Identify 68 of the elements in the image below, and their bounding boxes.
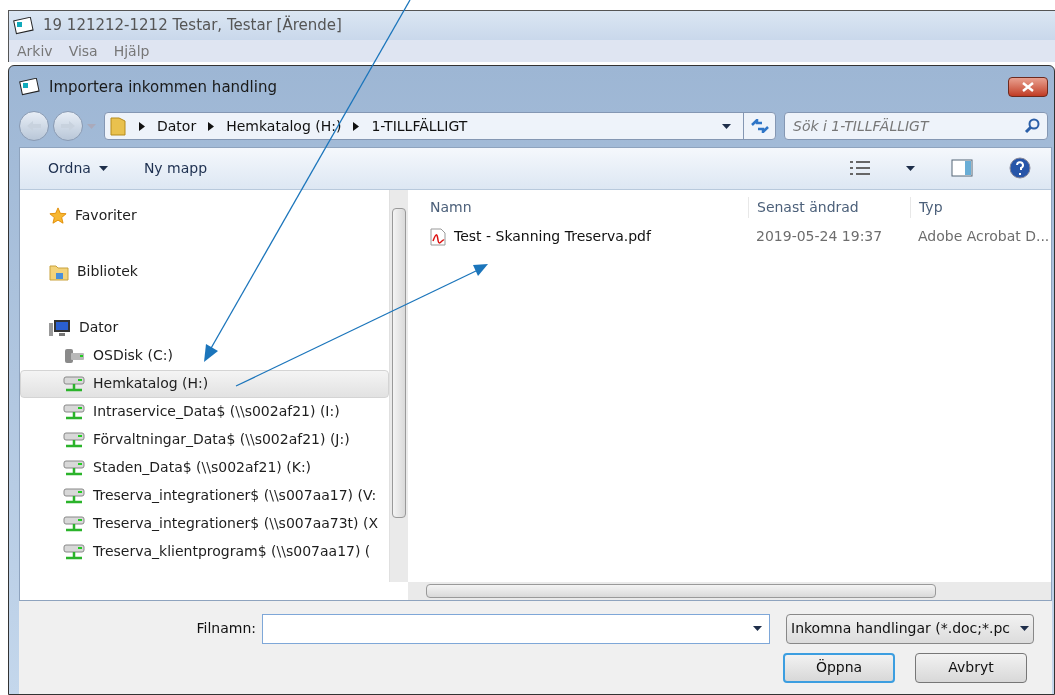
refresh-icon [750,119,769,134]
file-name: Test - Skanning Treserva.pdf [454,227,651,247]
dialog-title: Importera inkommen handling [49,77,277,99]
caret-icon [753,625,762,631]
sidebar-item[interactable]: Treserva_klientprogram$ (\\s007aa17) ( [20,537,389,566]
filename-label: Filnamn: [195,619,257,639]
network-drive-icon [63,514,85,533]
organize-menu[interactable]: Ordna [48,157,108,179]
help-icon [1009,157,1031,180]
network-drive-icon [63,542,85,561]
column-header[interactable]: Typ [910,196,943,218]
caret-icon [906,165,915,171]
search-field[interactable]: Sök i 1-TILLFÄLLIGT [784,112,1048,141]
caret-icon [1020,626,1029,632]
column-header[interactable]: Namn [408,196,748,218]
chevron-icon [139,121,145,131]
search-icon [1024,118,1040,135]
pdf-file-icon [430,227,446,246]
menu-item[interactable]: Arkiv [17,40,53,62]
vertical-scrollbar[interactable] [390,189,408,582]
close-icon [1022,82,1034,93]
file-type: Adobe Acrobat D... [917,227,1050,247]
network-drive-icon [63,374,85,393]
horizontal-scrollbar[interactable] [408,581,1051,600]
open-button[interactable]: Öppna [783,652,895,683]
chevron-icon [208,121,215,131]
back-button[interactable] [19,111,49,142]
new-folder-button[interactable]: Ny mapp [143,157,208,179]
folder-icon [109,116,127,137]
window-title: 19 121212-1212 Testar, Testar [Ärende] [43,14,342,37]
network-drive-icon [63,458,85,477]
network-drive-icon [63,402,85,421]
caret-icon [98,165,108,171]
file-row[interactable]: Test - Skanning Treserva.pdf 2019-05-24 19:37 Adobe Acrobat D... [408,223,1051,250]
sidebar-item[interactable]: Favoriter [20,201,389,230]
sidebar-item[interactable]: Hemkatalog (H:) [20,369,389,398]
sidebar-item[interactable]: Treserva_integrationer$ (\\s007aa17) (V: [20,481,389,510]
filename-field[interactable] [262,613,770,644]
sidebar-item[interactable]: Dator [20,313,389,342]
network-drive-icon [63,430,85,449]
column-header[interactable]: Senast ändrad [748,196,910,218]
menu-item[interactable]: Visa [68,40,98,62]
star-icon [49,206,67,225]
chevron-icon [353,121,360,131]
folder-icon [49,262,69,281]
sidebar-item[interactable]: Treserva_integrationer$ (\\s007aa73t) (X [20,509,389,538]
close-button[interactable] [1008,77,1048,98]
computer-icon [49,318,71,337]
preview-pane-icon [951,159,973,178]
sidebar-item[interactable]: Staden_Data$ (\\s002af21) (K:) [20,453,389,482]
sidebar-item[interactable]: Bibliotek [20,257,389,286]
forward-button[interactable] [53,111,83,142]
app-icon [13,16,35,35]
app-icon [19,78,41,97]
drive-icon [63,346,85,365]
breadcrumb-item[interactable]: Dator [157,115,197,137]
menu-item[interactable]: Hjälp [113,40,150,62]
modified-date: 2019-05-24 19:37 [755,227,884,247]
caret-icon [87,123,96,129]
sidebar-item[interactable]: Förvaltningar_Data$ (\\s002af21) (J:) [20,425,389,454]
cancel-button[interactable]: Avbryt [915,652,1027,683]
caret-icon [722,123,731,129]
view-list-icon [850,161,870,176]
breadcrumb-item[interactable]: 1-TILLFÄLLIGT [371,115,468,137]
sidebar-item[interactable]: OSDisk (C:) [20,341,389,370]
network-drive-icon [63,486,85,505]
sidebar-item[interactable]: Intraservice_Data$ (\\s002af21) (I:) [20,397,389,426]
file-type-dropdown[interactable]: Inkomna handlingar (*.doc;*.pc [786,613,1034,644]
